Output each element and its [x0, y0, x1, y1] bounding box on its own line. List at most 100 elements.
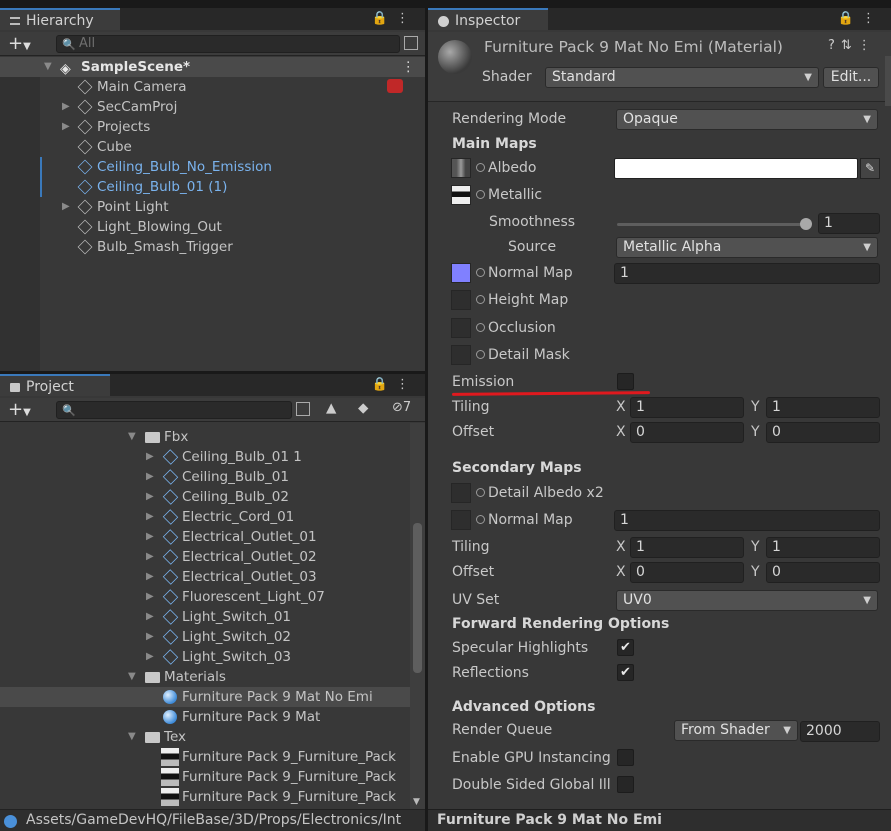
inspector-scrollbar[interactable]	[885, 56, 891, 106]
smoothness-slider[interactable]	[617, 223, 807, 226]
secondary-normal-texture-slot[interactable]	[451, 510, 471, 530]
shader-dropdown[interactable]: Standard ▼	[545, 67, 819, 88]
render-queue-field[interactable]: 2000	[800, 721, 880, 742]
expand-arrow[interactable]: ▶	[62, 97, 70, 117]
hierarchy-tab[interactable]: Hierarchy	[0, 8, 120, 30]
create-dropdown-button[interactable]: +▼	[8, 399, 31, 420]
sec-offset-x-field[interactable]: 0	[630, 562, 744, 583]
header-icons[interactable]: ?⇅⋮	[828, 38, 877, 53]
hierarchy-item[interactable]: ▶ SecCamProj	[0, 97, 425, 117]
hierarchy-item[interactable]: Bulb_Smash_Trigger	[0, 237, 425, 257]
tiling-y-field[interactable]: 1	[766, 397, 880, 418]
smoothness-slider-handle[interactable]	[800, 218, 812, 230]
specular-highlights-checkbox[interactable]: ✔	[617, 639, 634, 656]
asset-row[interactable]: ▶ Electric_Cord_01	[0, 507, 410, 527]
expand-arrow[interactable]: ▶	[146, 467, 154, 487]
edit-shader-button[interactable]: Edit...	[823, 67, 879, 88]
expand-arrow[interactable]: ▶	[146, 527, 154, 547]
gpu-instancing-checkbox[interactable]	[617, 749, 634, 766]
material-row[interactable]: Furniture Pack 9 Mat No Emi	[0, 687, 410, 707]
object-picker-icon[interactable]	[476, 488, 485, 497]
object-picker-icon[interactable]	[476, 323, 485, 332]
object-picker-icon[interactable]	[476, 295, 485, 304]
scene-menu-icon[interactable]: ⋮	[402, 57, 416, 77]
height-map-texture-slot[interactable]	[451, 290, 471, 310]
scroll-thumb[interactable]	[413, 523, 422, 673]
material-row[interactable]: Furniture Pack 9 Mat	[0, 707, 410, 727]
asset-row[interactable]: ▶ Ceiling_Bulb_01	[0, 467, 410, 487]
project-tab-menu[interactable]: 🔒⋮	[372, 377, 417, 392]
texture-row[interactable]: Furniture Pack 9_Furniture_Pack	[0, 787, 410, 807]
hierarchy-item[interactable]: ▶ Point Light	[0, 197, 425, 217]
asset-row[interactable]: ▶ Electrical_Outlet_01	[0, 527, 410, 547]
double-sided-gi-checkbox[interactable]	[617, 776, 634, 793]
inspector-tab[interactable]: Inspector	[428, 8, 548, 30]
expand-arrow[interactable]: ▶	[62, 197, 70, 217]
offset-x-field[interactable]: 0	[630, 422, 744, 443]
albedo-color-field[interactable]	[614, 158, 858, 179]
detail-albedo-texture-slot[interactable]	[451, 483, 471, 503]
hidden-packages-icon[interactable]: ⊘7	[392, 400, 411, 415]
normal-map-texture-slot[interactable]	[451, 263, 471, 283]
hierarchy-tab-menu[interactable]: 🔒⋮	[372, 11, 417, 26]
source-dropdown[interactable]: Metallic Alpha ▼	[616, 237, 878, 258]
texture-row[interactable]: Furniture Pack 9_Furniture_Pack	[0, 747, 410, 767]
sec-offset-y-field[interactable]: 0	[766, 562, 880, 583]
asset-row[interactable]: ▶ Ceiling_Bulb_02	[0, 487, 410, 507]
folder-row[interactable]: ▼ Tex	[0, 727, 410, 747]
expand-arrow[interactable]: ▶	[146, 647, 154, 667]
normal-map-field[interactable]: 1	[614, 263, 880, 284]
asset-row[interactable]: ▶ Electrical_Outlet_03	[0, 567, 410, 587]
expand-arrow[interactable]: ▶	[146, 607, 154, 627]
expand-arrow[interactable]: ▼	[44, 57, 52, 77]
filter-label-icon[interactable]: ◆	[358, 400, 368, 416]
reflections-checkbox[interactable]: ✔	[617, 664, 634, 681]
expand-arrow[interactable]: ▶	[146, 487, 154, 507]
asset-row[interactable]: ▶ Light_Switch_02	[0, 627, 410, 647]
albedo-texture-slot[interactable]	[451, 158, 471, 178]
expand-arrow[interactable]: ▼	[128, 667, 136, 687]
filter-type-icon[interactable]: ▲	[326, 400, 336, 416]
asset-row[interactable]: ▶ Ceiling_Bulb_01 1	[0, 447, 410, 467]
texture-row[interactable]: Furniture Pack 9_Furniture_Pack	[0, 767, 410, 787]
expand-arrow[interactable]: ▶	[146, 547, 154, 567]
scene-row[interactable]: ▼ ◈ SampleScene* ⋮	[0, 57, 425, 77]
project-tab[interactable]: Project	[0, 374, 110, 396]
eyedropper-icon[interactable]: ✎	[860, 158, 880, 179]
emission-checkbox[interactable]	[617, 373, 634, 390]
expand-arrow[interactable]: ▶	[146, 447, 154, 467]
metallic-texture-slot[interactable]	[451, 185, 471, 205]
hierarchy-search-input[interactable]: 🔍 All	[56, 35, 400, 53]
folder-row[interactable]: ▼ Fbx	[0, 427, 410, 447]
hierarchy-item[interactable]: Main Camera	[0, 77, 425, 97]
scroll-down-icon[interactable]: ▼	[413, 797, 420, 807]
add-dropdown-button[interactable]: +▼	[8, 33, 31, 54]
tiling-x-field[interactable]: 1	[630, 397, 744, 418]
render-queue-dropdown[interactable]: From Shader ▼	[674, 720, 798, 741]
expand-arrow[interactable]: ▼	[128, 727, 136, 747]
asset-row[interactable]: ▶ Light_Switch_01	[0, 607, 410, 627]
project-search-input[interactable]: 🔍	[56, 401, 292, 419]
sec-tiling-y-field[interactable]: 1	[766, 537, 880, 558]
offset-y-field[interactable]: 0	[766, 422, 880, 443]
object-picker-icon[interactable]	[476, 190, 485, 199]
occlusion-texture-slot[interactable]	[451, 318, 471, 338]
smoothness-field[interactable]: 1	[818, 213, 880, 234]
folder-row[interactable]: ▼ Materials	[0, 667, 410, 687]
expand-arrow[interactable]: ▶	[146, 567, 154, 587]
search-scope-icon[interactable]	[296, 402, 310, 416]
asset-row[interactable]: ▶ Fluorescent_Light_07	[0, 587, 410, 607]
hierarchy-item[interactable]: Light_Blowing_Out	[0, 217, 425, 237]
search-scope-icon[interactable]	[404, 36, 418, 50]
expand-arrow[interactable]: ▶	[146, 627, 154, 647]
hierarchy-item[interactable]: Ceiling_Bulb_01 (1)	[0, 177, 425, 197]
hierarchy-item[interactable]: Ceiling_Bulb_No_Emission	[0, 157, 425, 177]
object-picker-icon[interactable]	[476, 515, 485, 524]
asset-row[interactable]: ▶ Light_Switch_03	[0, 647, 410, 667]
hierarchy-item[interactable]: Cube	[0, 137, 425, 157]
detail-mask-texture-slot[interactable]	[451, 345, 471, 365]
object-picker-icon[interactable]	[476, 350, 485, 359]
expand-arrow[interactable]: ▶	[62, 117, 70, 137]
uv-set-dropdown[interactable]: UV0 ▼	[616, 590, 878, 611]
object-picker-icon[interactable]	[476, 268, 485, 277]
